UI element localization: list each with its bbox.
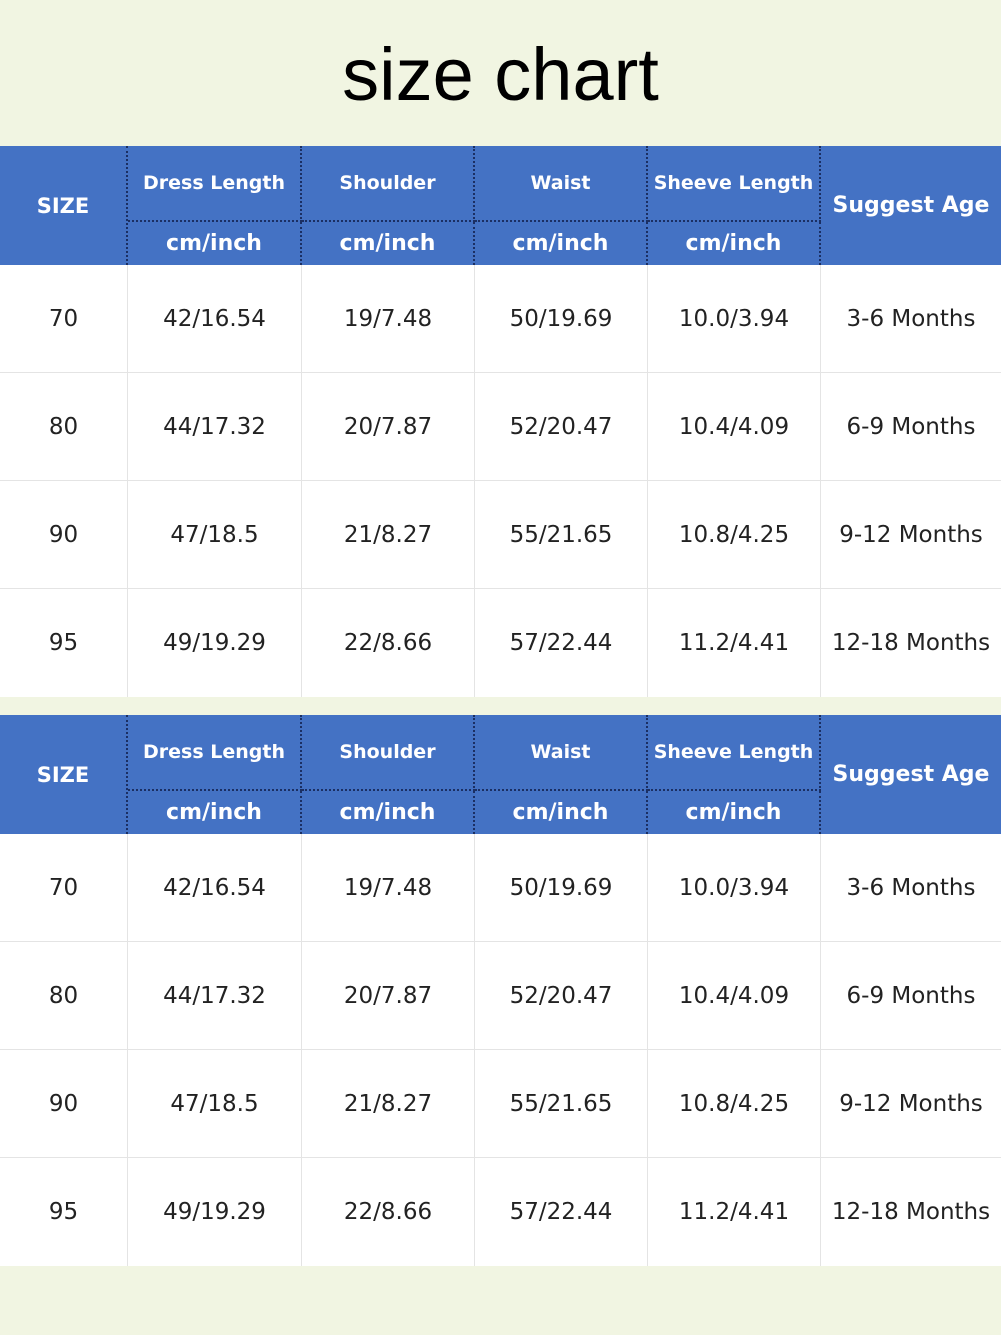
header-sheeve-length: Sheeve Length [648, 146, 821, 222]
cell-shoulder: 20/7.87 [302, 942, 475, 1049]
cell-size: 80 [0, 942, 128, 1049]
cell-waist: 55/21.65 [475, 1050, 648, 1157]
cell-shoulder: 22/8.66 [302, 589, 475, 697]
header-size: SIZE [0, 146, 128, 265]
header-unit: cm/inch [302, 222, 475, 265]
cell-waist: 52/20.47 [475, 942, 648, 1049]
cell-waist: 57/22.44 [475, 589, 648, 697]
cell-sheeve-length: 10.8/4.25 [648, 481, 821, 588]
cell-size: 80 [0, 373, 128, 480]
cell-size: 95 [0, 589, 128, 697]
page-title: size chart [342, 32, 659, 116]
header-size: SIZE [0, 715, 128, 834]
cell-sheeve-length: 10.0/3.94 [648, 834, 821, 941]
cell-sheeve-length: 10.0/3.94 [648, 265, 821, 372]
cell-size: 70 [0, 265, 128, 372]
cell-dress-length: 47/18.5 [128, 481, 302, 588]
size-table: SIZE Dress Length Shoulder Waist Sheeve … [0, 146, 1001, 697]
header-waist: Waist [475, 146, 648, 222]
header-unit: cm/inch [128, 222, 302, 265]
header-sheeve-length: Sheeve Length [648, 715, 821, 791]
cell-waist: 52/20.47 [475, 373, 648, 480]
cell-dress-length: 42/16.54 [128, 265, 302, 372]
cell-size: 90 [0, 481, 128, 588]
cell-suggest-age: 12-18 Months [831, 630, 991, 656]
cell-waist: 57/22.44 [475, 1158, 648, 1266]
cell-sheeve-length: 10.4/4.09 [648, 373, 821, 480]
table-header: SIZE Dress Length Shoulder Waist Sheeve … [0, 715, 1001, 834]
cell-sheeve-length: 11.2/4.41 [648, 589, 821, 697]
table-row: 80 44/17.32 20/7.87 52/20.47 10.4/4.09 6… [0, 942, 1001, 1050]
table-row: 95 49/19.29 22/8.66 57/22.44 11.2/4.41 1… [0, 589, 1001, 697]
cell-suggest-age: 6-9 Months [846, 413, 976, 440]
cell-shoulder: 19/7.48 [302, 265, 475, 372]
cell-size: 70 [0, 834, 128, 941]
cell-suggest-age: 3-6 Months [846, 874, 976, 901]
cell-dress-length: 49/19.29 [128, 589, 302, 697]
cell-suggest-age: 6-9 Months [846, 982, 976, 1009]
table-row: 95 49/19.29 22/8.66 57/22.44 11.2/4.41 1… [0, 1158, 1001, 1266]
cell-sheeve-length: 10.8/4.25 [648, 1050, 821, 1157]
cell-shoulder: 21/8.27 [302, 1050, 475, 1157]
cell-dress-length: 44/17.32 [128, 942, 302, 1049]
table-header: SIZE Dress Length Shoulder Waist Sheeve … [0, 146, 1001, 265]
cell-dress-length: 42/16.54 [128, 834, 302, 941]
cell-waist: 50/19.69 [475, 265, 648, 372]
header-unit: cm/inch [475, 791, 648, 834]
header-suggest-age: Suggest Age [832, 193, 990, 218]
table-row: 90 47/18.5 21/8.27 55/21.65 10.8/4.25 9-… [0, 481, 1001, 589]
table-body: 70 42/16.54 19/7.48 50/19.69 10.0/3.94 3… [0, 265, 1001, 697]
table-row: 70 42/16.54 19/7.48 50/19.69 10.0/3.94 3… [0, 834, 1001, 942]
cell-shoulder: 22/8.66 [302, 1158, 475, 1266]
header-unit: cm/inch [302, 791, 475, 834]
header-suggest-age: Suggest Age [832, 762, 990, 787]
table-row: 90 47/18.5 21/8.27 55/21.65 10.8/4.25 9-… [0, 1050, 1001, 1158]
cell-shoulder: 20/7.87 [302, 373, 475, 480]
header-unit: cm/inch [475, 222, 648, 265]
header-unit: cm/inch [128, 791, 302, 834]
cell-suggest-age: 12-18 Months [831, 1199, 991, 1225]
header-unit: cm/inch [648, 791, 821, 834]
header-shoulder: Shoulder [302, 715, 475, 791]
header-dress-length: Dress Length [128, 715, 302, 791]
header-waist: Waist [475, 715, 648, 791]
cell-dress-length: 47/18.5 [128, 1050, 302, 1157]
cell-sheeve-length: 10.4/4.09 [648, 942, 821, 1049]
size-table: SIZE Dress Length Shoulder Waist Sheeve … [0, 715, 1001, 1266]
cell-size: 95 [0, 1158, 128, 1266]
cell-waist: 55/21.65 [475, 481, 648, 588]
cell-shoulder: 19/7.48 [302, 834, 475, 941]
header-shoulder: Shoulder [302, 146, 475, 222]
cell-shoulder: 21/8.27 [302, 481, 475, 588]
cell-dress-length: 44/17.32 [128, 373, 302, 480]
cell-suggest-age: 9-12 Months [839, 1090, 983, 1117]
cell-sheeve-length: 11.2/4.41 [648, 1158, 821, 1266]
cell-suggest-age: 9-12 Months [839, 521, 983, 548]
cell-waist: 50/19.69 [475, 834, 648, 941]
cell-suggest-age: 3-6 Months [846, 305, 976, 332]
cell-dress-length: 49/19.29 [128, 1158, 302, 1266]
header-dress-length: Dress Length [128, 146, 302, 222]
table-row: 70 42/16.54 19/7.48 50/19.69 10.0/3.94 3… [0, 265, 1001, 373]
cell-size: 90 [0, 1050, 128, 1157]
table-row: 80 44/17.32 20/7.87 52/20.47 10.4/4.09 6… [0, 373, 1001, 481]
header-unit: cm/inch [648, 222, 821, 265]
table-body: 70 42/16.54 19/7.48 50/19.69 10.0/3.94 3… [0, 834, 1001, 1266]
